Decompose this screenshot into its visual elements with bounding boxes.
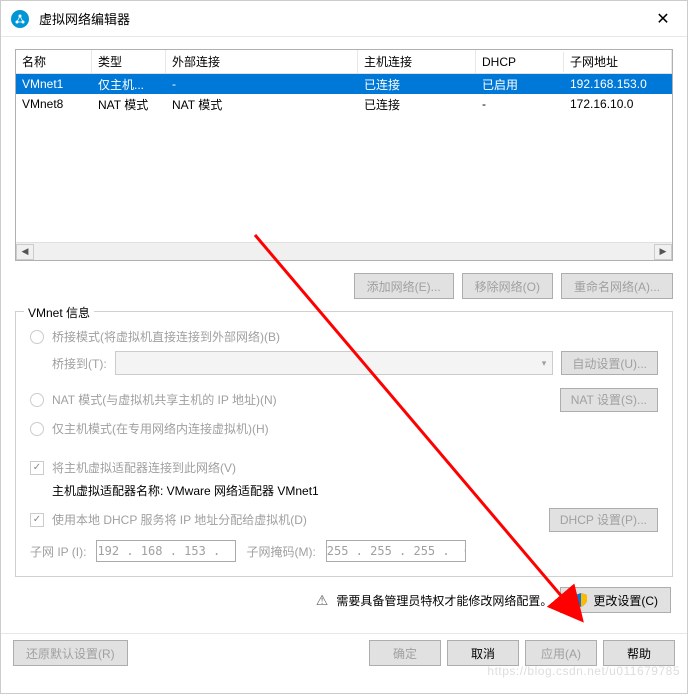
hostonly-label: 仅主机模式(在专用网络内连接虚拟机)(H): [52, 420, 269, 437]
col-name[interactable]: 名称: [16, 50, 92, 73]
apply-button[interactable]: 应用(A): [525, 640, 597, 666]
app-icon: [11, 10, 29, 28]
vmnet-info-group: VMnet 信息 桥接模式(将虚拟机直接连接到外部网络)(B) 桥接到(T): …: [15, 311, 673, 577]
connect-host-check-row: 将主机虚拟适配器连接到此网络(V): [30, 459, 658, 476]
vmnet-info-legend: VMnet 信息: [24, 304, 94, 321]
use-dhcp-checkbox[interactable]: [30, 513, 44, 527]
col-ext[interactable]: 外部连接: [166, 50, 358, 73]
nat-radio-row: NAT 模式(与虚拟机共享主机的 IP 地址)(N): [30, 391, 560, 408]
dhcp-settings-button[interactable]: DHCP 设置(P)...: [549, 508, 658, 532]
cell-dhcp: -: [476, 94, 564, 114]
connect-host-label: 将主机虚拟适配器连接到此网络(V): [52, 459, 236, 476]
table-row[interactable]: VMnet1 仅主机... - 已连接 已启用 192.168.153.0: [16, 74, 672, 94]
cell-subnet: 192.168.153.0: [564, 74, 672, 94]
col-host[interactable]: 主机连接: [358, 50, 476, 73]
connect-host-checkbox[interactable]: [30, 461, 44, 475]
auto-settings-button[interactable]: 自动设置(U)...: [561, 351, 658, 375]
titlebar: 虚拟网络编辑器 ✕: [1, 1, 687, 37]
cell-name: VMnet1: [16, 74, 92, 94]
help-button[interactable]: 帮助: [603, 640, 675, 666]
subnet-mask-input[interactable]: [326, 540, 466, 562]
use-dhcp-label: 使用本地 DHCP 服务将 IP 地址分配给虚拟机(D): [52, 511, 307, 528]
admin-warning-text: 需要具备管理员特权才能修改网络配置。: [336, 592, 552, 609]
scroll-left-icon[interactable]: ◀: [16, 244, 34, 260]
change-settings-button[interactable]: 更改设置(C): [560, 587, 671, 613]
cell-name: VMnet8: [16, 94, 92, 114]
cell-ext: NAT 模式: [166, 93, 358, 116]
cell-ext: -: [166, 74, 358, 94]
admin-warning-row: ⚠ 需要具备管理员特权才能修改网络配置。 更改设置(C): [15, 587, 673, 613]
network-table: 名称 类型 外部连接 主机连接 DHCP 子网地址 VMnet1 仅主机... …: [15, 49, 673, 261]
cell-host: 已连接: [358, 93, 476, 116]
remove-network-button[interactable]: 移除网络(O): [462, 273, 553, 299]
cell-type: NAT 模式: [92, 93, 166, 116]
horizontal-scrollbar[interactable]: ◀ ▶: [16, 242, 672, 260]
col-dhcp[interactable]: DHCP: [476, 52, 564, 72]
table-body: VMnet1 仅主机... - 已连接 已启用 192.168.153.0 VM…: [16, 74, 672, 242]
nat-label: NAT 模式(与虚拟机共享主机的 IP 地址)(N): [52, 391, 277, 408]
add-network-button[interactable]: 添加网络(E)...: [354, 273, 454, 299]
cancel-button[interactable]: 取消: [447, 640, 519, 666]
nat-radio[interactable]: [30, 393, 44, 407]
warning-icon: ⚠: [316, 592, 329, 609]
col-subnet[interactable]: 子网地址: [564, 50, 672, 73]
cell-dhcp: 已启用: [476, 74, 564, 96]
bridged-radio[interactable]: [30, 330, 44, 344]
bridge-to-combo[interactable]: ▾: [115, 351, 554, 375]
bridged-radio-row: 桥接模式(将虚拟机直接连接到外部网络)(B): [30, 328, 658, 345]
nat-settings-button[interactable]: NAT 设置(S)...: [560, 388, 658, 412]
network-buttons-row: 添加网络(E)... 移除网络(O) 重命名网络(A)...: [15, 273, 673, 299]
subnet-ip-input[interactable]: [96, 540, 236, 562]
subnet-row: 子网 IP (I): 子网掩码(M):: [30, 540, 658, 562]
hostonly-radio-row: 仅主机模式(在专用网络内连接虚拟机)(H): [30, 420, 658, 437]
rename-network-button[interactable]: 重命名网络(A)...: [561, 273, 673, 299]
shield-icon: [573, 592, 589, 608]
chevron-down-icon: ▾: [542, 358, 547, 369]
hostonly-radio[interactable]: [30, 422, 44, 436]
restore-defaults-button[interactable]: 还原默认设置(R): [13, 640, 128, 666]
adapter-name-label: 主机虚拟适配器名称: VMware 网络适配器 VMnet1: [52, 482, 658, 499]
bridge-to-label: 桥接到(T):: [52, 355, 107, 372]
use-dhcp-check-row: 使用本地 DHCP 服务将 IP 地址分配给虚拟机(D): [30, 511, 549, 528]
cell-subnet: 172.16.10.0: [564, 94, 672, 114]
table-row[interactable]: VMnet8 NAT 模式 NAT 模式 已连接 - 172.16.10.0: [16, 94, 672, 114]
change-settings-label: 更改设置(C): [593, 592, 658, 609]
col-type[interactable]: 类型: [92, 50, 166, 73]
subnet-mask-label: 子网掩码(M):: [246, 543, 315, 560]
virtual-network-editor-dialog: 虚拟网络编辑器 ✕ 名称 类型 外部连接 主机连接 DHCP 子网地址 VMne…: [0, 0, 688, 694]
scroll-right-icon[interactable]: ▶: [654, 244, 672, 260]
bridged-label: 桥接模式(将虚拟机直接连接到外部网络)(B): [52, 328, 280, 345]
close-button[interactable]: ✕: [649, 9, 677, 29]
watermark: https://blog.csdn.net/u011679785: [487, 664, 680, 678]
subnet-ip-label: 子网 IP (I):: [30, 543, 86, 560]
ok-button[interactable]: 确定: [369, 640, 441, 666]
table-header: 名称 类型 外部连接 主机连接 DHCP 子网地址: [16, 50, 672, 74]
dialog-title: 虚拟网络编辑器: [39, 9, 649, 28]
